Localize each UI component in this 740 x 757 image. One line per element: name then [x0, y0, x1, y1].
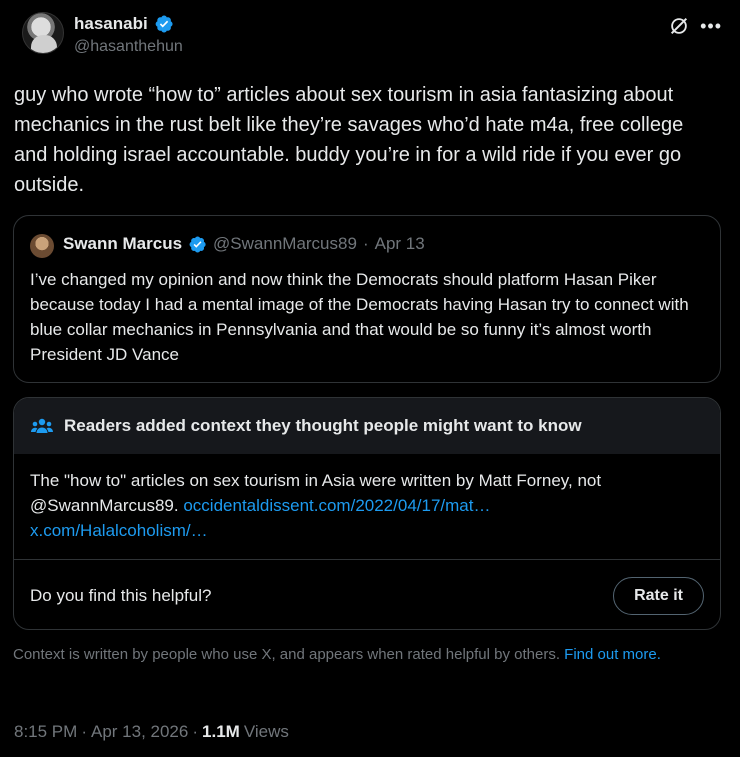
quoted-tweet[interactable]: Swann Marcus @SwannMarcus89 · Apr 13 I’v… [13, 215, 721, 383]
community-note-rating: Do you find this helpful? Rate it [14, 560, 720, 629]
quote-author-handle[interactable]: @SwannMarcus89 [213, 234, 357, 254]
context-footer-text: Context is written by people who use X, … [13, 646, 560, 663]
quote-avatar[interactable] [30, 234, 54, 258]
tweet-header: hasanabi @hasanthehun ••• [22, 12, 722, 62]
community-note-title: Readers added context they thought peopl… [64, 416, 582, 435]
helpful-question: Do you find this helpful? [30, 585, 212, 605]
meta-separator: · [192, 722, 199, 741]
quote-header: Swann Marcus @SwannMarcus89 · Apr 13 [63, 234, 425, 254]
quote-date[interactable]: Apr 13 [375, 234, 425, 254]
tweet-text: guy who wrote “how to” articles about se… [14, 84, 684, 196]
tweet-time[interactable]: 8:15 PM [14, 722, 77, 742]
quote-text: I’ve changed my opinion and now think th… [30, 270, 689, 364]
author-handle[interactable]: @hasanthehun [74, 38, 183, 56]
context-footer: Context is written by people who use X, … [13, 645, 713, 665]
quote-separator: · [362, 234, 369, 253]
people-icon [31, 418, 53, 433]
note-link-occidentaldissent[interactable]: occidentaldissent.com/2022/04/17/mat… [183, 496, 490, 515]
quote-author-name[interactable]: Swann Marcus [63, 234, 182, 254]
community-note: Readers added context they thought peopl… [13, 397, 721, 630]
meta-separator: · [81, 722, 87, 741]
community-note-header: Readers added context they thought peopl… [14, 398, 720, 454]
avatar[interactable] [22, 12, 64, 54]
verified-badge-icon [189, 235, 206, 253]
views-label: Views [243, 722, 289, 741]
rate-it-button[interactable]: Rate it [613, 576, 704, 615]
community-note-body: The "how to" articles on sex tourism in … [14, 454, 720, 559]
views-count: 1.1M [202, 722, 240, 741]
tweet-meta: 8:15 PM · Apr 13, 2026 · 1.1M Views [14, 722, 289, 742]
author-name-row: hasanabi [74, 14, 174, 34]
more-options-icon[interactable]: ••• [700, 16, 722, 37]
find-out-more-link[interactable]: Find out more. [564, 646, 661, 663]
note-link-x[interactable]: x.com/Halalcoholism/… [30, 521, 208, 540]
author-name[interactable]: hasanabi [74, 14, 148, 34]
verified-badge-icon [155, 15, 173, 33]
tweet-date[interactable]: Apr 13, 2026 [91, 722, 188, 742]
grok-icon[interactable] [668, 15, 690, 37]
